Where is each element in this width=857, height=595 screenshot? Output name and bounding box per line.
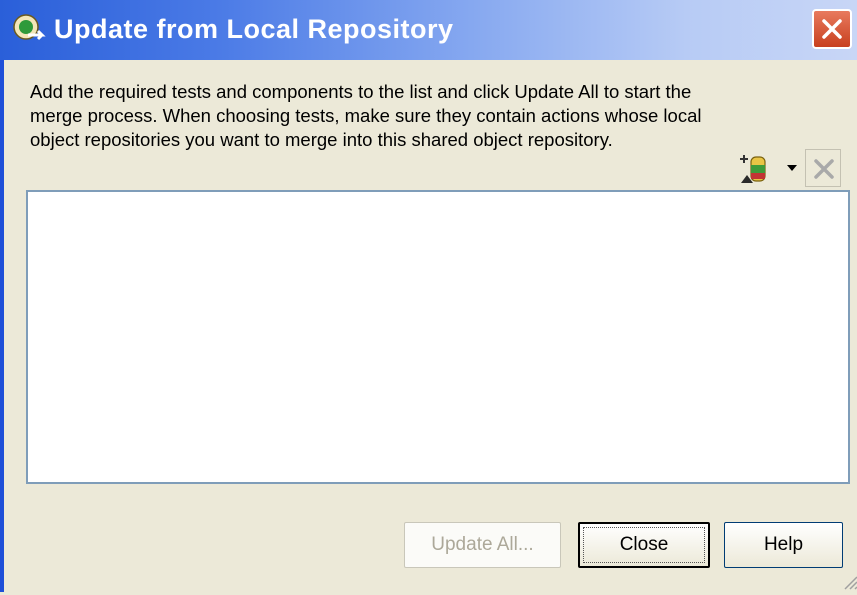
- delete-button[interactable]: [805, 149, 841, 187]
- close-window-button[interactable]: [812, 9, 852, 49]
- close-icon: [822, 19, 842, 39]
- delete-icon: [814, 159, 834, 179]
- instructions-text: Add the required tests and components to…: [30, 81, 702, 150]
- app-icon: [12, 13, 46, 47]
- add-test-icon[interactable]: [737, 153, 771, 185]
- dialog-window: Update from Local Repository Add the req…: [0, 0, 857, 592]
- update-all-button[interactable]: Update All...: [404, 522, 561, 568]
- help-button[interactable]: Help: [724, 522, 843, 568]
- close-button[interactable]: Close: [578, 522, 710, 568]
- tests-list[interactable]: [26, 190, 850, 484]
- window-title: Update from Local Repository: [54, 14, 454, 44]
- chevron-down-icon[interactable]: [787, 165, 797, 171]
- resize-grip[interactable]: [840, 572, 857, 590]
- title-bar[interactable]: Update from Local Repository: [0, 0, 857, 60]
